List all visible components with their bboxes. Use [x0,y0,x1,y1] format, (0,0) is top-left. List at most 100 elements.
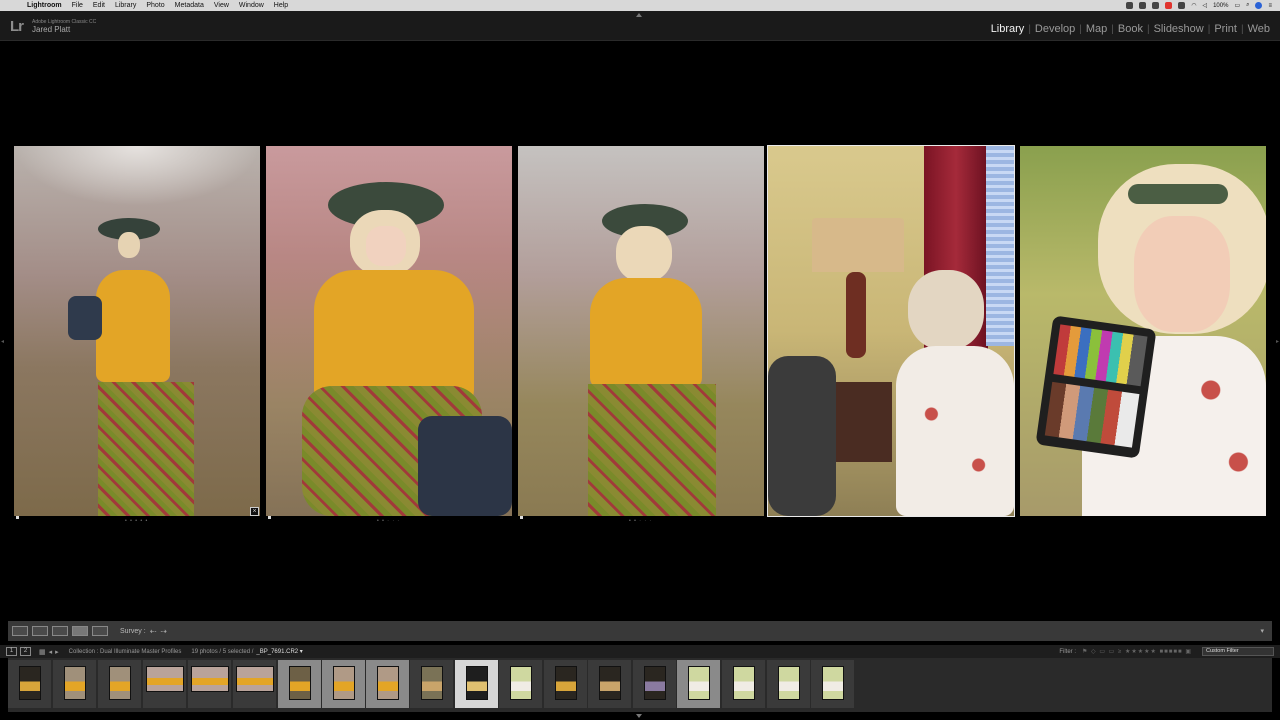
menu-file[interactable]: File [67,2,88,9]
second-window-button[interactable]: 2 [20,647,31,656]
thumbnail-image [18,666,41,700]
status-icon[interactable] [1165,2,1173,9]
grid-icon[interactable]: ▦ [39,648,46,656]
color-checker-card [1035,315,1157,459]
filmstrip-thumbnail[interactable] [499,660,542,708]
grid-view-icon[interactable] [12,626,28,636]
next-photo-button[interactable]: ⇢ [160,627,167,636]
volume-icon[interactable]: ◁ [1202,2,1207,9]
menu-help[interactable]: Help [269,2,293,9]
module-slideshow[interactable]: Slideshow [1150,23,1208,35]
module-book[interactable]: Book [1114,23,1147,35]
menu-metadata[interactable]: Metadata [170,2,209,9]
floral-dress [896,346,1014,516]
toolbar-content-chevron-icon[interactable]: ▾ [1260,627,1264,635]
people-view-icon[interactable] [92,626,108,636]
right-panel-toggle-icon[interactable]: ▸ [1276,338,1279,345]
left-panel-toggle-icon[interactable]: ◂ [1,338,4,345]
filmstrip-thumbnail[interactable] [98,660,141,708]
filter-label: Filter : [1059,648,1077,655]
filmstrip-thumbnail[interactable] [143,660,186,708]
thumbnail-image [687,666,710,700]
filmstrip-thumbnail[interactable] [233,660,276,708]
filmstrip-thumbnail[interactable] [722,660,765,708]
compare-view-icon[interactable] [52,626,68,636]
main-window-button[interactable]: 1 [6,647,17,656]
filmstrip-thumbnail[interactable] [677,660,720,708]
star-rating[interactable]: • • · · · [377,518,400,524]
pick-flag-icon[interactable] [16,516,19,519]
thumbnail-image [465,666,488,700]
survey-photo-3[interactable] [518,146,764,516]
star-rating[interactable]: • • • • • [125,518,148,524]
thumbnail-image [190,666,229,692]
forward-arrow-icon[interactable]: ▸ [55,648,59,656]
armchair [768,356,836,516]
module-map[interactable]: Map [1082,23,1111,35]
survey-view-icon[interactable] [72,626,88,636]
filmstrip-thumbnail[interactable] [366,660,409,708]
thumbnail-image [332,666,355,700]
menu-photo[interactable]: Photo [141,2,169,9]
filmstrip-thumbnail[interactable] [811,660,854,708]
module-print[interactable]: Print [1210,23,1241,35]
battery-icon[interactable]: ▭ [1234,2,1240,9]
filmstrip-thumbnail[interactable] [767,660,810,708]
user-icon[interactable] [1255,2,1263,9]
filmstrip-thumbnail[interactable] [322,660,365,708]
thumbnail-image [108,666,131,700]
notification-center-icon[interactable]: ≡ [1268,3,1272,9]
menu-window[interactable]: Window [234,2,269,9]
photo-counts: 19 photos / 5 selected / [191,648,254,655]
module-web[interactable]: Web [1244,23,1274,35]
survey-view: × • • • • • • • · · · • • · · · [8,42,1272,620]
loupe-view-icon[interactable] [32,626,48,636]
menu-app-lightroom[interactable]: Lightroom [22,2,67,9]
menu-view[interactable]: View [209,2,234,9]
wifi-icon[interactable]: ◠ [1191,2,1196,9]
survey-photo-4[interactable] [767,145,1015,517]
collapse-filmstrip-icon[interactable] [636,714,642,718]
thumbnail-image [821,666,844,700]
collapse-top-panel-icon[interactable] [636,13,642,17]
current-filename[interactable]: _BP_7691.CR2 ▾ [256,648,302,655]
window-blinds [986,146,1014,346]
filmstrip-thumbnail[interactable] [53,660,96,708]
filmstrip-thumbnail[interactable] [588,660,631,708]
filter-controls[interactable]: ⚑ ◇ ▭ ▭ ≥ ★★★★★ ■■■■■ ▣ [1082,648,1192,655]
headband [1128,184,1228,204]
previous-photo-button[interactable]: ⇠ [150,627,157,636]
pick-flag-icon[interactable] [520,516,523,519]
filmstrip-thumbnail[interactable] [544,660,587,708]
filmstrip-thumbnail[interactable] [278,660,321,708]
survey-photo-2[interactable] [266,146,512,516]
star-rating[interactable]: • • · · · [629,518,652,524]
module-develop[interactable]: Develop [1031,23,1079,35]
filmstrip-thumbnail[interactable] [455,660,498,708]
handbag [418,416,512,516]
filter-preset-select[interactable]: Custom Filter [1202,647,1274,656]
filmstrip-thumbnail[interactable] [188,660,231,708]
survey-photo-5[interactable] [1020,146,1266,516]
status-icon[interactable] [1152,2,1160,9]
survey-photo-1[interactable]: × [14,146,260,516]
back-arrow-icon[interactable]: ◂ [49,648,53,656]
thumbnail-image [598,666,621,700]
filmstrip-thumbnail[interactable] [8,660,51,708]
status-icon[interactable] [1139,2,1147,9]
filmstrip-thumbnail[interactable] [633,660,676,708]
status-icon[interactable] [1178,2,1186,9]
module-library[interactable]: Library [987,23,1029,35]
collection-source[interactable]: Collection : Dual Illuminate Master Prof… [69,649,182,655]
status-icon[interactable] [1126,2,1134,9]
filmstrip[interactable] [8,658,1272,712]
remove-photo-icon[interactable]: × [250,507,259,516]
menu-edit[interactable]: Edit [88,2,110,9]
module-picker: Library | Develop | Map | Book | Slideshow | … [987,23,1274,35]
filmstrip-thumbnail[interactable] [410,660,453,708]
menu-library[interactable]: Library [110,2,141,9]
spotlight-icon[interactable]: ⌕ [1246,2,1249,9]
pick-flag-icon[interactable] [268,516,271,519]
thumbnail-image [235,666,274,692]
face [366,226,406,266]
